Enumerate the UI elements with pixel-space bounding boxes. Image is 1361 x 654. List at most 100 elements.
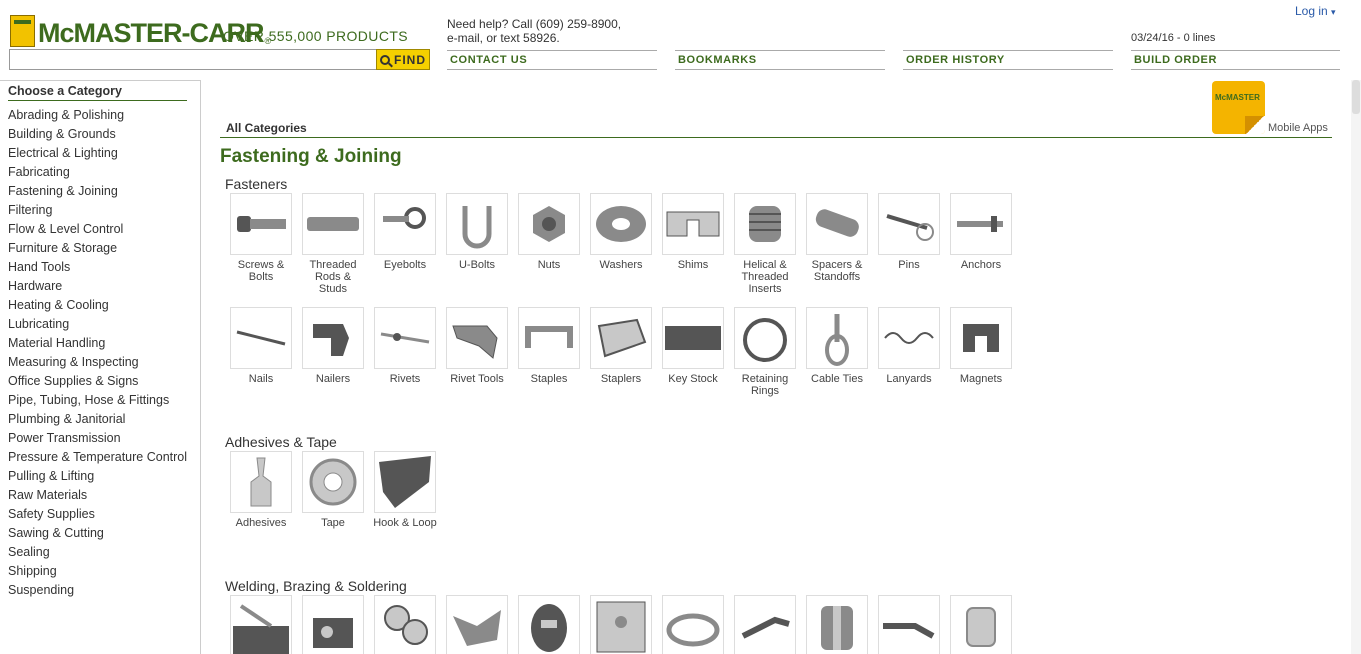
helical-threaded-inserts-image[interactable] bbox=[734, 193, 796, 255]
product-tile-lanyards[interactable]: Lanyards bbox=[873, 307, 945, 397]
product-image[interactable] bbox=[374, 595, 436, 654]
product-label[interactable]: Lanyards bbox=[873, 373, 945, 385]
hook-loop-image[interactable] bbox=[374, 451, 436, 513]
product-image[interactable] bbox=[590, 595, 652, 654]
product-tile[interactable] bbox=[657, 595, 729, 654]
product-tile-key-stock[interactable]: Key Stock bbox=[657, 307, 729, 397]
product-tile[interactable] bbox=[441, 595, 513, 654]
product-tile-nails[interactable]: Nails bbox=[225, 307, 297, 397]
product-tile-eyebolts[interactable]: Eyebolts bbox=[369, 193, 441, 295]
product-label[interactable]: Screws & Bolts bbox=[225, 259, 297, 283]
product-tile[interactable] bbox=[585, 595, 657, 654]
nails-image[interactable] bbox=[230, 307, 292, 369]
adhesives-image[interactable] bbox=[230, 451, 292, 513]
product-label[interactable]: Staplers bbox=[585, 373, 657, 385]
staplers-image[interactable] bbox=[590, 307, 652, 369]
product-tile-nuts[interactable]: Nuts bbox=[513, 193, 585, 295]
product-tile-rivet-tools[interactable]: Rivet Tools bbox=[441, 307, 513, 397]
product-tile[interactable] bbox=[297, 595, 369, 654]
nav-build-order[interactable]: BUILD ORDER bbox=[1131, 50, 1340, 70]
product-image[interactable] bbox=[878, 595, 940, 654]
page-scrollbar[interactable] bbox=[1351, 80, 1361, 654]
product-image[interactable] bbox=[662, 595, 724, 654]
sidebar-item-abrading-polishing[interactable]: Abrading & Polishing bbox=[0, 106, 200, 125]
product-label[interactable]: Adhesives bbox=[225, 517, 297, 529]
sidebar-item-pulling-lifting[interactable]: Pulling & Lifting bbox=[0, 467, 200, 486]
product-tile-shims[interactable]: Shims bbox=[657, 193, 729, 295]
sidebar-item-pipe-tubing-hose-fittings[interactable]: Pipe, Tubing, Hose & Fittings bbox=[0, 391, 200, 410]
product-tile-staplers[interactable]: Staplers bbox=[585, 307, 657, 397]
sidebar-item-building-grounds[interactable]: Building & Grounds bbox=[0, 125, 200, 144]
sidebar-item-raw-materials[interactable]: Raw Materials bbox=[0, 486, 200, 505]
product-label[interactable]: Washers bbox=[585, 259, 657, 271]
product-label[interactable]: Threaded Rods & Studs bbox=[297, 259, 369, 295]
product-tile-spacers-standoffs[interactable]: Spacers & Standoffs bbox=[801, 193, 873, 295]
mobile-apps-link[interactable]: McMASTER Mobile Apps bbox=[1212, 81, 1332, 135]
sidebar-item-measuring-inspecting[interactable]: Measuring & Inspecting bbox=[0, 353, 200, 372]
sidebar-item-material-handling[interactable]: Material Handling bbox=[0, 334, 200, 353]
product-tile-hook-loop[interactable]: Hook & Loop bbox=[369, 451, 441, 529]
product-image[interactable] bbox=[950, 595, 1012, 654]
sidebar-item-lubricating[interactable]: Lubricating bbox=[0, 315, 200, 334]
staples-image[interactable] bbox=[518, 307, 580, 369]
sidebar-item-heating-cooling[interactable]: Heating & Cooling bbox=[0, 296, 200, 315]
product-image[interactable] bbox=[518, 595, 580, 654]
product-tile-retaining-rings[interactable]: Retaining Rings bbox=[729, 307, 801, 397]
sidebar-item-office-supplies-signs[interactable]: Office Supplies & Signs bbox=[0, 372, 200, 391]
sidebar-item-electrical-lighting[interactable]: Electrical & Lighting bbox=[0, 144, 200, 163]
breadcrumb[interactable]: All Categories bbox=[220, 121, 1332, 138]
product-label[interactable]: Retaining Rings bbox=[729, 373, 801, 397]
product-label[interactable]: Nailers bbox=[297, 373, 369, 385]
retaining-rings-image[interactable] bbox=[734, 307, 796, 369]
product-tile[interactable] bbox=[729, 595, 801, 654]
sidebar-item-sawing-cutting[interactable]: Sawing & Cutting bbox=[0, 524, 200, 543]
shims-image[interactable] bbox=[662, 193, 724, 255]
product-label[interactable]: Nuts bbox=[513, 259, 585, 271]
product-tile[interactable] bbox=[369, 595, 441, 654]
tape-image[interactable] bbox=[302, 451, 364, 513]
product-label[interactable]: Spacers & Standoffs bbox=[801, 259, 873, 283]
product-label[interactable]: Pins bbox=[873, 259, 945, 271]
product-label[interactable]: Rivets bbox=[369, 373, 441, 385]
product-tile-pins[interactable]: Pins bbox=[873, 193, 945, 295]
product-label[interactable]: Nails bbox=[225, 373, 297, 385]
product-tile[interactable] bbox=[945, 595, 1017, 654]
product-tile-washers[interactable]: Washers bbox=[585, 193, 657, 295]
product-image[interactable] bbox=[230, 595, 292, 654]
nailers-image[interactable] bbox=[302, 307, 364, 369]
product-tile-staples[interactable]: Staples bbox=[513, 307, 585, 397]
product-label[interactable]: U-Bolts bbox=[441, 259, 513, 271]
product-label[interactable]: Anchors bbox=[945, 259, 1017, 271]
section-title-fasteners[interactable]: Fasteners bbox=[225, 176, 287, 192]
product-image[interactable] bbox=[806, 595, 868, 654]
threaded-rods-studs-image[interactable] bbox=[302, 193, 364, 255]
eyebolts-image[interactable] bbox=[374, 193, 436, 255]
sidebar-item-hand-tools[interactable]: Hand Tools bbox=[0, 258, 200, 277]
sidebar-item-plumbing-janitorial[interactable]: Plumbing & Janitorial bbox=[0, 410, 200, 429]
product-label[interactable]: Rivet Tools bbox=[441, 373, 513, 385]
product-tile[interactable] bbox=[513, 595, 585, 654]
product-tile[interactable] bbox=[225, 595, 297, 654]
sidebar-item-flow-level-control[interactable]: Flow & Level Control bbox=[0, 220, 200, 239]
nav-bookmarks[interactable]: BOOKMARKS bbox=[675, 50, 885, 70]
lanyards-image[interactable] bbox=[878, 307, 940, 369]
u-bolts-image[interactable] bbox=[446, 193, 508, 255]
product-tile-threaded-rods-studs[interactable]: Threaded Rods & Studs bbox=[297, 193, 369, 295]
sidebar-item-pressure-temperature-control[interactable]: Pressure & Temperature Control bbox=[0, 448, 200, 467]
product-tile-tape[interactable]: Tape bbox=[297, 451, 369, 529]
product-image[interactable] bbox=[302, 595, 364, 654]
pins-image[interactable] bbox=[878, 193, 940, 255]
sidebar-item-furniture-storage[interactable]: Furniture & Storage bbox=[0, 239, 200, 258]
sidebar-item-filtering[interactable]: Filtering bbox=[0, 201, 200, 220]
sidebar-item-suspending[interactable]: Suspending bbox=[0, 581, 200, 600]
section-title-adhesives[interactable]: Adhesives & Tape bbox=[225, 434, 337, 450]
key-stock-image[interactable] bbox=[662, 307, 724, 369]
nav-order-history[interactable]: ORDER HISTORY bbox=[903, 50, 1113, 70]
washers-image[interactable] bbox=[590, 193, 652, 255]
product-tile-helical-threaded-inserts[interactable]: Helical & Threaded Inserts bbox=[729, 193, 801, 295]
product-tile-screws-bolts[interactable]: Screws & Bolts bbox=[225, 193, 297, 295]
product-label[interactable]: Cable Ties bbox=[801, 373, 873, 385]
section-title-welding[interactable]: Welding, Brazing & Soldering bbox=[225, 578, 407, 594]
sidebar-item-sealing[interactable]: Sealing bbox=[0, 543, 200, 562]
product-tile-magnets[interactable]: Magnets bbox=[945, 307, 1017, 397]
